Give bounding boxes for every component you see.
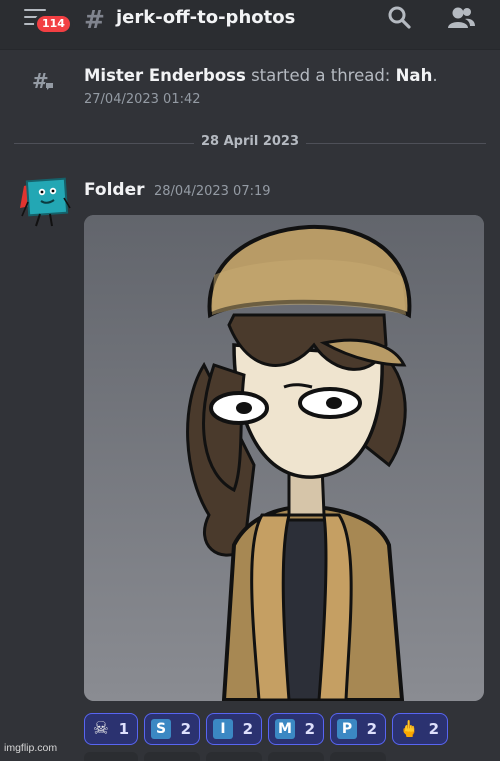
reaction-count: 2 [304,720,315,738]
reaction-count: 2 [180,720,191,738]
hamburger-menu-button[interactable]: 114 [22,6,73,38]
hash-icon: # [84,5,105,34]
reaction-count: 2 [366,720,377,738]
date-divider: 28 April 2023 [200,134,299,149]
search-button[interactable] [386,4,414,32]
message-author[interactable]: Folder [84,180,145,200]
reaction-cutoff[interactable] [330,752,386,761]
system-message: Mister Enderboss started a thread: Nah. [84,66,438,85]
skull-and-crossbones-icon: ☠ [92,718,110,739]
reaction-letter-p[interactable]: P 2 [330,713,386,745]
letter-p-icon: P [337,719,357,739]
avatar[interactable] [14,172,74,232]
channel-title[interactable]: jerk-off-to-photos [116,7,295,28]
middle-finger-icon: 🖕 [399,719,419,738]
reaction-middle-finger[interactable]: 🖕 2 [392,713,448,745]
reaction-count: 2 [428,720,439,738]
letter-s-icon: S [151,719,171,739]
members-icon [448,7,475,28]
divider-line-right [306,143,486,144]
folder-avatar-icon [20,177,71,227]
reaction-cutoff[interactable] [144,752,200,761]
reaction-skull[interactable]: ☠ 1 [84,713,138,745]
unread-badge: 114 [34,13,73,35]
search-icon [388,6,411,29]
letter-i-icon: I [213,719,233,739]
channel-header: 114 # jerk-off-to-photos [0,0,500,50]
reaction-cutoff[interactable] [84,752,138,761]
system-timestamp: 27/04/2023 01:42 [84,92,201,107]
watermark: imgflip.com [4,742,58,754]
reaction-letter-m[interactable]: M 2 [268,713,324,745]
thread-name-link[interactable]: Nah [396,66,433,85]
reaction-cutoff[interactable] [268,752,324,761]
thread-icon: # [32,70,54,92]
image-attachment[interactable] [84,215,484,701]
reaction-cutoff[interactable] [206,752,262,761]
system-action-text: started a thread: [251,66,391,85]
reaction-row-cutoff [84,752,500,761]
system-period: . [432,66,438,85]
message-timestamp: 28/04/2023 07:19 [154,184,271,199]
reaction-count: 2 [242,720,253,738]
thread-starter-name[interactable]: Mister Enderboss [84,66,246,85]
reaction-letter-i[interactable]: I 2 [206,713,262,745]
members-button[interactable] [446,4,475,32]
character-drawing [84,215,484,701]
reaction-letter-s[interactable]: S 2 [144,713,200,745]
reaction-count: 1 [118,720,129,738]
letter-m-icon: M [275,719,295,739]
